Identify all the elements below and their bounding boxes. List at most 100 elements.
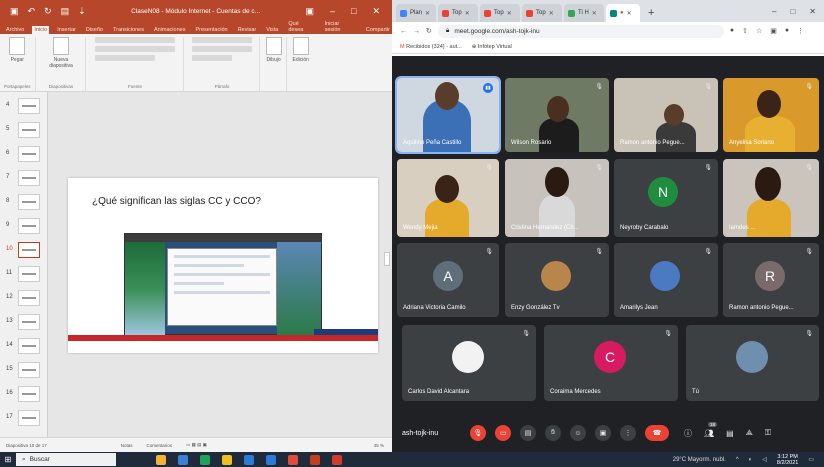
tell-me-box[interactable]: Qué desea: [286, 20, 316, 34]
undo-icon[interactable]: ↶: [28, 6, 36, 17]
chrome-icon[interactable]: [288, 454, 298, 465]
list-buttons[interactable]: [192, 37, 253, 43]
share-icon[interactable]: ⇧: [742, 27, 748, 35]
volume-icon[interactable]: ◁: [762, 456, 767, 463]
close-tab-icon[interactable]: ✕: [465, 10, 470, 17]
host-controls-icon[interactable]: ⚿: [765, 428, 771, 438]
notes-button[interactable]: Notas: [121, 443, 133, 448]
task-view-icon[interactable]: [178, 454, 188, 465]
slide-thumbnail[interactable]: 8: [4, 192, 44, 214]
comments-button[interactable]: Comentarios: [147, 443, 173, 448]
captions-button[interactable]: ▤: [520, 425, 536, 441]
present-button[interactable]: ▣: [595, 425, 611, 441]
redo-icon[interactable]: ↻: [44, 6, 52, 17]
tab-insertar[interactable]: Insertar: [55, 26, 78, 34]
slide-thumbnail-active[interactable]: 10: [4, 240, 44, 262]
browser-tab[interactable]: Top ✕: [438, 4, 478, 22]
address-bar[interactable]: 🔒︎ meet.google.com/ash-tojk-inu: [437, 24, 724, 38]
close-tab-icon[interactable]: ✕: [507, 10, 512, 17]
reactions-button[interactable]: ☺: [570, 425, 586, 441]
more-options-button[interactable]: ⋮: [620, 425, 636, 441]
zoom-level[interactable]: 45 %: [374, 443, 384, 448]
participant-tile[interactable]: 🎙︎ Amarilys Jean: [614, 243, 718, 317]
network-icon[interactable]: ◐: [749, 457, 753, 463]
slide-thumbnail[interactable]: 6: [4, 144, 44, 166]
font-name-select[interactable]: [95, 37, 176, 43]
view-buttons[interactable]: ▭ ▦ ▤ ▣: [186, 442, 207, 448]
tab-animaciones[interactable]: Animaciones: [152, 26, 188, 34]
clock[interactable]: 3:12 PM 8/2/2021: [777, 454, 798, 466]
slide-title[interactable]: ¿Qué significan las siglas CC y CCO?: [92, 196, 261, 207]
extension-icon[interactable]: ▣: [770, 27, 777, 35]
forward-icon[interactable]: →: [413, 28, 420, 35]
participant-tile-self[interactable]: 🎙︎ Tú: [686, 325, 819, 401]
edge-icon[interactable]: [200, 454, 210, 465]
new-tab-button[interactable]: +: [642, 7, 660, 22]
tab-archivo[interactable]: Archivo: [4, 26, 26, 34]
browser-tab[interactable]: Top ✕: [522, 4, 562, 22]
maximize-icon[interactable]: □: [351, 6, 356, 17]
browser-tab[interactable]: Top ✕: [480, 4, 520, 22]
slide-thumbnail[interactable]: 11: [4, 264, 44, 286]
end-call-button[interactable]: ☎︎: [645, 425, 669, 441]
new-slide-label[interactable]: Nueva diapositiva: [48, 57, 74, 69]
close-icon[interactable]: ✕: [809, 7, 816, 16]
mic-toggle-button[interactable]: 🎙︎: [470, 425, 486, 441]
participant-tile[interactable]: R 🎙︎ Ramon antonio Pegue...: [723, 243, 819, 317]
share-button[interactable]: Compartir: [364, 26, 392, 34]
people-icon[interactable]: 👥︎ 18: [704, 421, 718, 438]
slide-thumbnail[interactable]: 4: [4, 96, 44, 118]
mail-icon[interactable]: [266, 454, 276, 465]
raise-hand-button[interactable]: ✋︎: [545, 425, 561, 441]
tab-presentacion[interactable]: Presentación: [193, 26, 229, 34]
bookmark-gmail[interactable]: M Recibidos (324) - aut...: [400, 44, 462, 50]
camera-permission-icon[interactable]: ●: [730, 27, 734, 35]
minimize-icon[interactable]: –: [772, 7, 776, 16]
participant-tile[interactable]: A 🎙︎ Adriana Victoria Camilo: [397, 243, 499, 317]
taskbar-people-icon[interactable]: [156, 454, 166, 465]
drawing-icon[interactable]: [265, 37, 282, 55]
align-buttons[interactable]: [192, 46, 253, 52]
tab-transiciones[interactable]: Transiciones: [111, 26, 146, 34]
bookmark-star-icon[interactable]: ☆: [756, 27, 762, 35]
notifications-icon[interactable]: ▭: [808, 456, 814, 463]
back-icon[interactable]: ←: [400, 28, 407, 35]
participant-tile[interactable]: 🎙︎ Carlos David Alcantara: [402, 325, 536, 401]
tray-chevron-icon[interactable]: ^: [736, 457, 739, 463]
chat-icon[interactable]: ▤: [726, 429, 734, 438]
taskbar-search[interactable]: ⌕ Buscar: [16, 453, 116, 466]
activities-icon[interactable]: ⟁: [746, 428, 753, 438]
slide-thumbnail[interactable]: 15: [4, 360, 44, 382]
store-icon[interactable]: [244, 454, 254, 465]
slide-thumbnail[interactable]: 5: [4, 120, 44, 142]
find-icon[interactable]: [292, 37, 309, 55]
save-icon[interactable]: ▣: [10, 6, 19, 17]
minimize-icon[interactable]: –: [330, 6, 335, 17]
participant-tile[interactable]: C 🎙︎ Coraima Mercedes: [544, 325, 678, 401]
tab-diseno[interactable]: Diseño: [84, 26, 105, 34]
taskbar-app-icon[interactable]: [332, 454, 342, 465]
participant-tile[interactable]: N 🎙︎ Neyroby Carabalo: [614, 159, 718, 237]
slide-thumbnail[interactable]: 12: [4, 288, 44, 310]
browser-tab[interactable]: Ti H ✕: [564, 4, 604, 22]
reload-icon[interactable]: ↻: [426, 27, 432, 35]
participant-tile[interactable]: 🎙︎ Wilson Rosario: [505, 78, 609, 152]
participant-tile[interactable]: 🎙︎ Wendy Mejia: [397, 159, 499, 237]
participant-tile[interactable]: 🎙︎ Ramon antonio Pegue...: [614, 78, 718, 152]
slide-thumbnail[interactable]: 9: [4, 216, 44, 238]
participant-tile[interactable]: 🎙︎ Cristina Hernandez (Ch...: [505, 159, 609, 237]
weather-widget[interactable]: 29°C Mayorm. nubl.: [673, 457, 726, 463]
browser-tab[interactable]: Plan ✕: [396, 4, 436, 22]
direction-buttons[interactable]: [192, 55, 233, 61]
participant-tile[interactable]: 🎙︎ Anyelisa Soriano: [723, 78, 819, 152]
participant-tile[interactable]: 🎙︎ Iamdes ...: [723, 159, 819, 237]
tab-vista[interactable]: Vista: [264, 26, 280, 34]
profile-avatar-icon[interactable]: ●: [785, 27, 789, 35]
info-icon[interactable]: ⓘ: [684, 428, 692, 439]
file-explorer-icon[interactable]: [222, 454, 232, 465]
font-effects-buttons[interactable]: [95, 55, 156, 61]
participant-tile[interactable]: ▮▮ Aquilino Peña Castillo: [395, 76, 501, 154]
current-slide[interactable]: ¿Qué significan las siglas CC y CCO?: [68, 178, 378, 353]
sign-in-link[interactable]: Iniciar sesión: [323, 20, 358, 34]
maximize-icon[interactable]: □: [790, 7, 795, 16]
